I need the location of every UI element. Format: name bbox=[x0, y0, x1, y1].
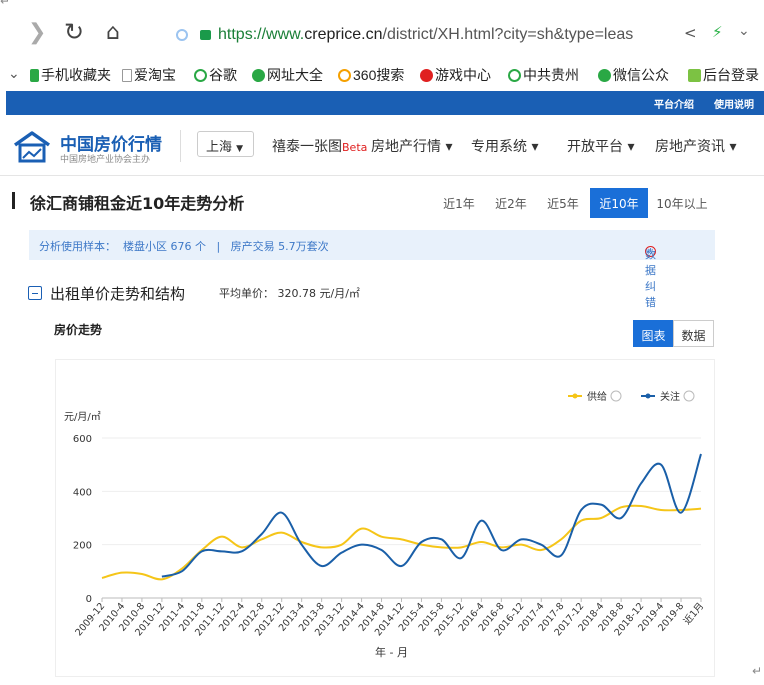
y-tick-label: 400 bbox=[73, 487, 92, 498]
wechat-icon bbox=[598, 69, 611, 82]
plus-icon bbox=[252, 69, 265, 82]
bookmark-item[interactable]: 网址大全 bbox=[252, 65, 323, 85]
share-icon[interactable]: < bbox=[684, 24, 697, 42]
page-icon bbox=[122, 69, 132, 82]
address-bar: ❯ ↻ ⌂ https://www.creprice.cn/district/X… bbox=[0, 14, 764, 58]
url-field[interactable]: https://www.creprice.cn/district/XH.html… bbox=[218, 26, 633, 44]
chart-container: 0 200 400 600 元/月/㎡ 2009-12 2010-4 2010-8 2010-1… bbox=[55, 359, 715, 677]
search360-icon bbox=[338, 69, 351, 82]
subsection-title: 出租单价走势和结构 bbox=[50, 285, 186, 303]
top-bar: 平台介绍 使用说明 bbox=[6, 91, 764, 115]
bookmark-item[interactable]: 360搜索 bbox=[338, 65, 404, 85]
x-tick-label: 近1月 bbox=[681, 600, 706, 627]
game-icon bbox=[420, 69, 433, 82]
google-icon bbox=[194, 69, 207, 82]
logo-subtitle: 中国房地产业协会主办 bbox=[60, 155, 151, 165]
y-tick-label: 200 bbox=[73, 541, 92, 552]
legend-label: 供给 bbox=[587, 390, 607, 403]
refresh-icon[interactable]: ↻ bbox=[64, 20, 84, 44]
avg-price: 平均单价： 320.78 元/月/㎡ bbox=[219, 287, 360, 300]
return-mark: ↵ bbox=[752, 664, 763, 678]
caret-down-icon: ▼ bbox=[236, 144, 244, 154]
collapse-icon[interactable] bbox=[28, 286, 42, 300]
bookmark-item[interactable]: 手机收藏夹 bbox=[30, 65, 111, 85]
bookmark-item[interactable]: 游戏中心 bbox=[420, 65, 491, 85]
nav-map[interactable]: 禧泰一张图Beta bbox=[272, 136, 367, 156]
login-icon bbox=[688, 69, 701, 82]
x-axis-label: 年 - 月 bbox=[375, 645, 408, 659]
help-icon bbox=[683, 390, 695, 402]
range-10y-plus[interactable]: 10年以上 bbox=[652, 188, 712, 218]
return-mark: ↵ bbox=[0, 0, 11, 8]
section-title: 徐汇商铺租金近10年走势分析 bbox=[30, 194, 245, 213]
chart-title: 房价走势 bbox=[54, 323, 103, 337]
divider bbox=[180, 130, 181, 162]
sample-info: 分析使用样本： 楼盘小区 676 个 | 房产交易 5.7万套次 ! 数据纠错 bbox=[29, 230, 715, 309]
data-toggle-button[interactable]: 数据 bbox=[673, 320, 714, 347]
nav-market[interactable]: 房地产行情 ▾ bbox=[371, 136, 452, 156]
range-10y[interactable]: 近10年 bbox=[590, 188, 648, 218]
nav-news[interactable]: 房地产资讯 ▾ bbox=[655, 136, 736, 156]
legend-marker bbox=[645, 393, 651, 399]
nav-open-platform[interactable]: 开放平台 ▾ bbox=[567, 136, 634, 156]
legend-label: 关注 bbox=[660, 390, 680, 403]
bookmark-item[interactable]: 中共贵州 bbox=[508, 65, 579, 85]
chevron-down-icon[interactable]: ⌄ bbox=[8, 65, 20, 82]
chart-toggle-button[interactable]: 图表 bbox=[633, 320, 674, 347]
y-tick-label: 0 bbox=[86, 594, 92, 605]
range-5y[interactable]: 近5年 bbox=[539, 188, 587, 218]
chevron-down-icon[interactable]: ⌄ bbox=[738, 23, 750, 39]
phone-icon bbox=[30, 69, 39, 82]
bookmark-item[interactable]: 后台登录 bbox=[688, 65, 759, 85]
bookmark-item[interactable]: 谷歌 bbox=[194, 65, 237, 85]
logo-house-icon[interactable] bbox=[12, 130, 52, 164]
nav-systems[interactable]: 专用系统 ▾ bbox=[471, 136, 538, 156]
price-trend-chart: 0200400600元/月/㎡2009-122010-42010-82010-1… bbox=[64, 390, 706, 659]
city-select[interactable]: 上海 ▼ bbox=[197, 131, 254, 157]
topbar-link[interactable]: 平台介绍 bbox=[654, 96, 694, 111]
range-1y[interactable]: 近1年 bbox=[435, 188, 483, 218]
google-icon bbox=[508, 69, 521, 82]
help-icon bbox=[610, 390, 622, 402]
bookmark-item[interactable]: 微信公众 bbox=[598, 65, 669, 85]
section-marker bbox=[12, 192, 15, 209]
y-axis-label: 元/月/㎡ bbox=[64, 411, 101, 423]
shield-icon bbox=[176, 29, 188, 41]
range-2y[interactable]: 近2年 bbox=[487, 188, 535, 218]
home-icon[interactable]: ⌂ bbox=[106, 22, 120, 44]
back-icon[interactable]: ❯ bbox=[28, 22, 46, 44]
site-header: 中国房价行情 中国房地产业协会主办 上海 ▼ 禧泰一张图Beta 房地产行情 ▾… bbox=[0, 118, 764, 176]
lightning-icon[interactable]: ⚡ bbox=[712, 23, 723, 41]
y-tick-label: 600 bbox=[73, 434, 92, 445]
bookmark-item[interactable]: 爱淘宝 bbox=[122, 65, 176, 85]
bookmarks-bar: ⌄ 手机收藏夹 爱淘宝 谷歌 网址大全 360搜索 游戏中心 中共贵州 微信公众… bbox=[0, 62, 764, 86]
series-line-attention bbox=[161, 453, 702, 578]
topbar-link[interactable]: 使用说明 bbox=[714, 96, 754, 111]
sample-text: 分析使用样本： 楼盘小区 676 个 | 房产交易 5.7万套次 bbox=[39, 240, 329, 253]
legend-marker bbox=[572, 393, 578, 399]
lock-icon bbox=[200, 30, 211, 40]
series-line-supply bbox=[101, 504, 702, 581]
